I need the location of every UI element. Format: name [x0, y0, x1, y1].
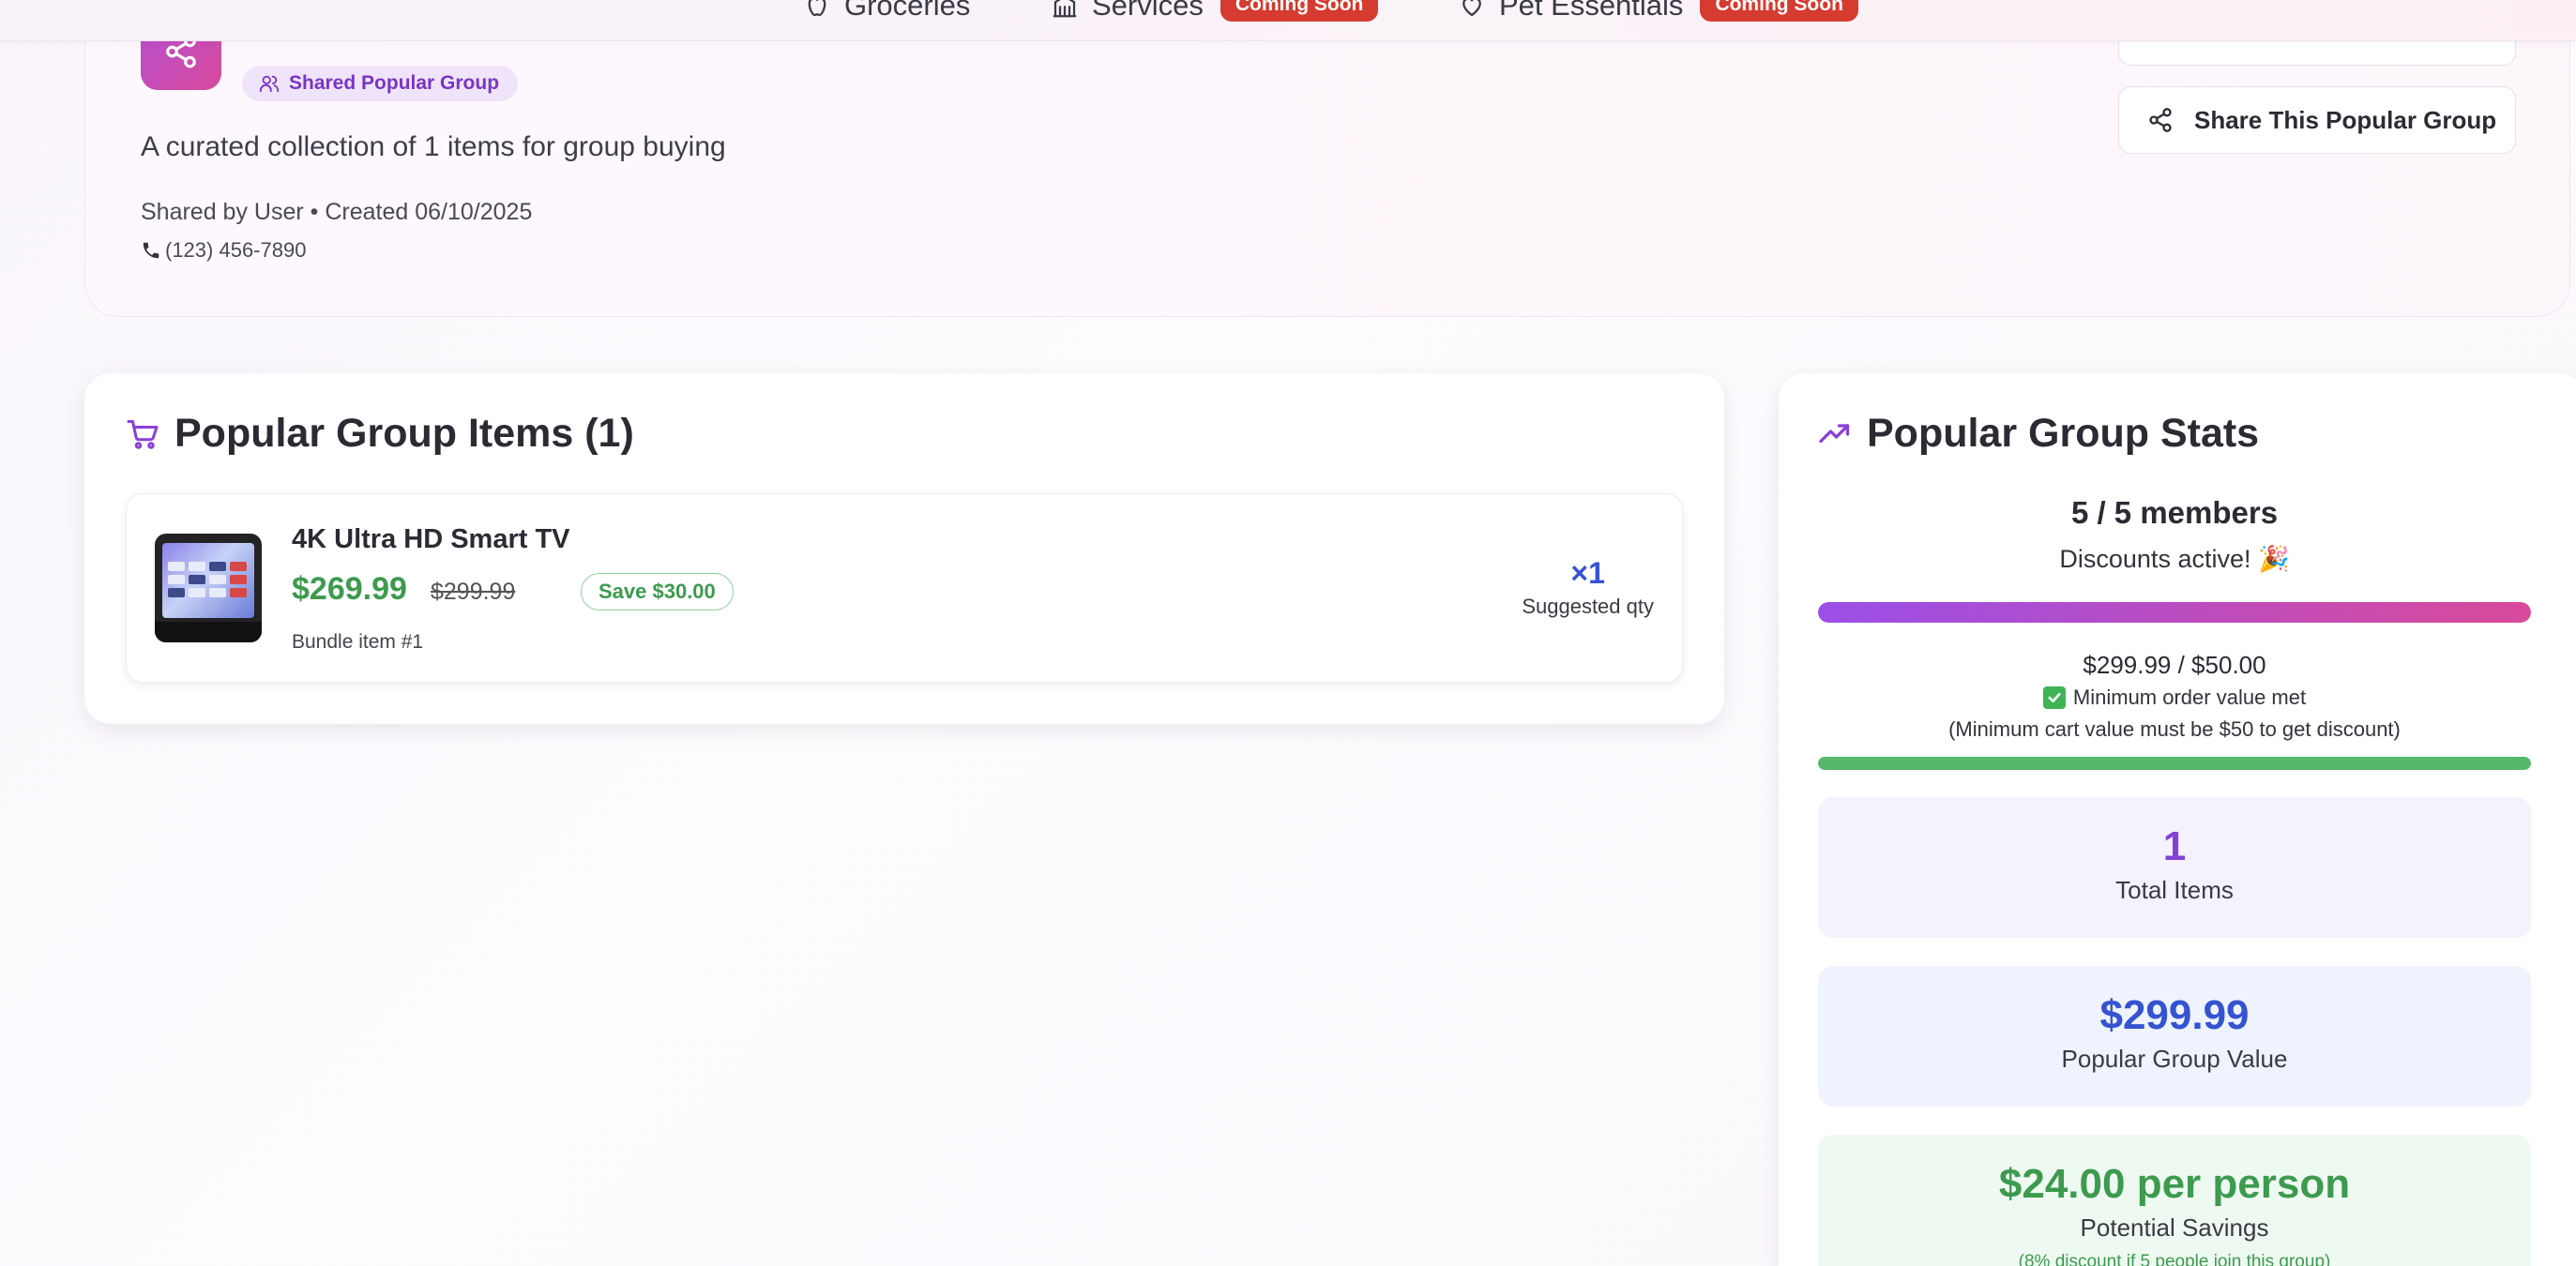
phone-number: (123) 456-7890	[165, 238, 307, 262]
total-items-label: Total Items	[2115, 876, 2234, 904]
group-value-card: $299.99 Popular Group Value	[1818, 966, 2531, 1107]
apple-icon	[808, 0, 826, 17]
share-group-button[interactable]: Share This Popular Group	[2118, 86, 2516, 154]
check-icon	[2042, 686, 2066, 709]
group-value: $299.99	[2099, 992, 2250, 1038]
share-icon	[2149, 108, 2172, 132]
items-panel-title-text: Popular Group Items (1)	[174, 411, 634, 456]
group-items-panel: Popular Group Items (1) 4K Ultra HD Smar…	[84, 373, 1724, 724]
product-price: $269.99	[292, 571, 407, 607]
nav-item-label: Services	[1092, 0, 1204, 22]
order-value-progress-fill	[1818, 757, 2531, 770]
shared-group-badge: Shared Popular Group	[242, 66, 519, 101]
order-value: $299.99 / $50.00	[2083, 651, 2266, 679]
discount-status: Discounts active! 🎉	[2059, 545, 2290, 573]
order-value-progress-bar	[1818, 757, 2531, 770]
total-items-value: 1	[2162, 823, 2187, 869]
nav-item-pet-essentials[interactable]: Pet Essentials Coming Soon	[1458, 0, 1858, 23]
nav-item-label: Groceries	[844, 0, 971, 22]
cart-icon	[127, 419, 159, 449]
product-image	[155, 534, 262, 642]
building-icon	[1053, 0, 1077, 18]
group-meta: Shared by User • Created 06/10/2025	[141, 199, 533, 225]
trending-up-icon	[1819, 423, 1850, 443]
potential-savings-card: $24.00 per person Potential Savings (8% …	[1818, 1135, 2531, 1266]
savings-note: (8% discount if 5 people join this group…	[2018, 1252, 2331, 1266]
members-progress-fill	[1818, 602, 2531, 623]
nav-item-services[interactable]: Services Coming Soon	[1051, 0, 1379, 23]
group-phone: (123) 456-7890	[141, 238, 306, 263]
suggested-qty-label: Suggested qty	[1522, 595, 1654, 618]
users-icon	[259, 75, 280, 93]
group-stats-panel: Popular Group Stats 5 / 5 members Discou…	[1779, 373, 2576, 1266]
top-navigation: Groceries Services Coming Soon Pet Essen…	[0, 0, 2576, 41]
order-value-summary: $299.99 / $50.00 Minimum order value met…	[1818, 651, 2531, 742]
members-summary: 5 / 5 members Discounts active! 🎉	[1818, 495, 2531, 574]
coming-soon-badge: Coming Soon	[1700, 0, 1858, 22]
bundle-label: Bundle item #1	[292, 631, 424, 653]
minimum-note: (Minimum cart value must be $50 to get d…	[1948, 717, 2401, 741]
share-group-button-label: Share This Popular Group	[2194, 105, 2497, 134]
items-panel-title: Popular Group Items (1)	[126, 411, 634, 457]
phone-icon	[143, 242, 159, 259]
minimum-met-text: Minimum order value met	[2072, 686, 2307, 709]
shared-group-badge-label: Shared Popular Group	[289, 72, 500, 94]
heart-icon	[1462, 0, 1481, 17]
stats-panel-title-text: Popular Group Stats	[1867, 411, 2260, 456]
nav-item-label: Pet Essentials	[1499, 0, 1684, 22]
members-progress-bar	[1818, 602, 2531, 623]
group-item-card[interactable]: 4K Ultra HD Smart TV $269.99 $299.99 Sav…	[126, 493, 1683, 683]
members-count: 5 / 5 members	[2070, 495, 2279, 530]
minimum-met-status: Minimum order value met	[1818, 686, 2531, 710]
nav-item-groceries[interactable]: Groceries	[803, 0, 970, 23]
suggested-qty: ×1 Suggested qty	[1522, 556, 1654, 619]
group-description: A curated collection of 1 items for grou…	[141, 131, 726, 162]
stats-panel-title: Popular Group Stats	[1818, 411, 2259, 457]
savings-per-person: $24.00 per person	[1998, 1161, 2351, 1207]
savings-label: Potential Savings	[2080, 1213, 2269, 1242]
group-value-label: Popular Group Value	[2061, 1045, 2288, 1073]
suggested-qty-value: ×1	[1570, 556, 1605, 590]
savings-badge: Save $30.00	[581, 573, 734, 610]
coming-soon-badge: Coming Soon	[1220, 0, 1379, 22]
product-name[interactable]: 4K Ultra HD Smart TV	[292, 524, 570, 555]
total-items-card: 1 Total Items	[1818, 797, 2531, 938]
product-original-price: $299.99	[431, 579, 516, 605]
